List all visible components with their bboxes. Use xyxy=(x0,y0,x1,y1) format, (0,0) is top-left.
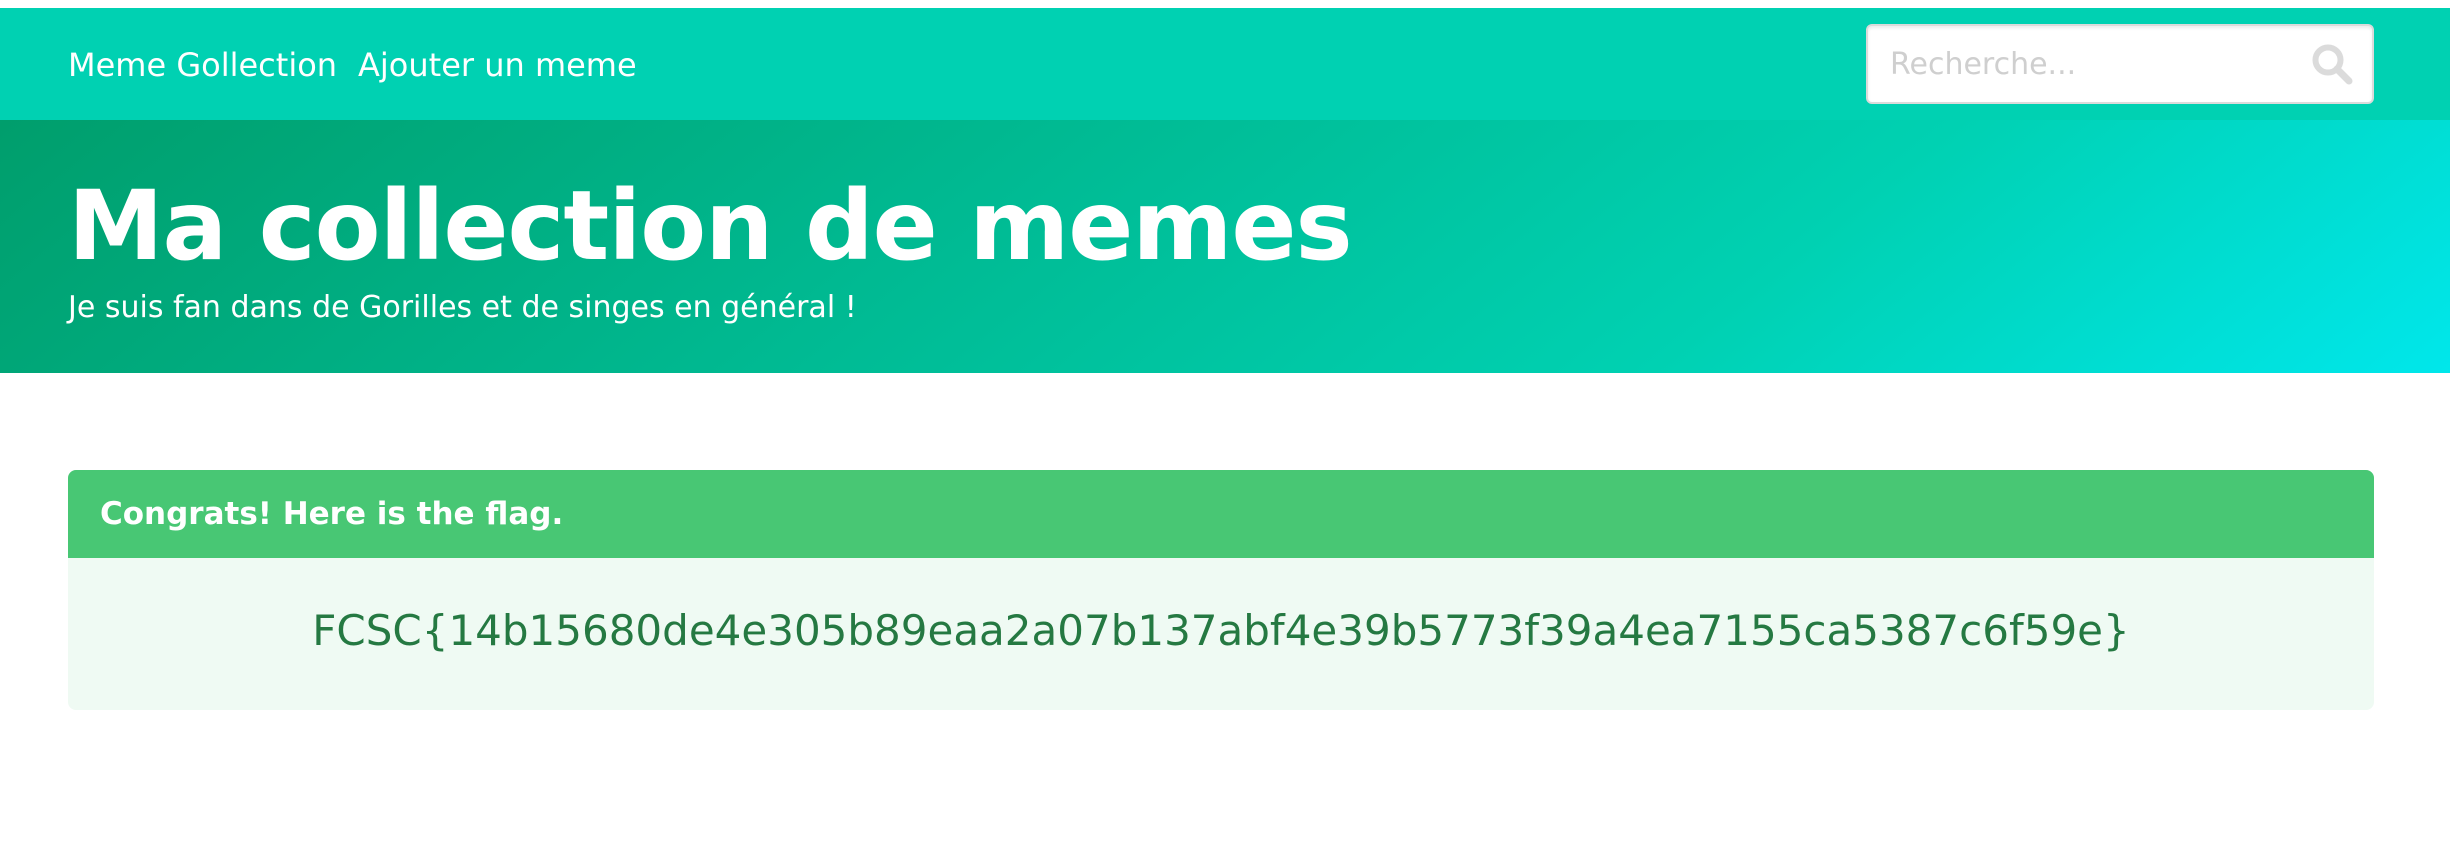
nav-add-meme-link[interactable]: Ajouter un meme xyxy=(358,46,637,84)
message-header: Congrats! Here is the flag. xyxy=(68,470,2374,558)
page-subtitle: Je suis fan dans de Gorilles et de singe… xyxy=(68,290,857,325)
search-input[interactable] xyxy=(1868,26,2288,102)
flag-text: FCSC{14b15680de4e305b89eaa2a07b137abf4e3… xyxy=(312,605,2130,655)
search-icon[interactable] xyxy=(2310,42,2354,86)
hero-banner: Ma collection de memes Je suis fan dans … xyxy=(0,120,2450,373)
navbar: Meme Gollection Ajouter un meme xyxy=(0,8,2450,120)
nav-brand-link[interactable]: Meme Gollection xyxy=(68,46,337,84)
search-box xyxy=(1866,24,2374,104)
success-message: Congrats! Here is the flag. FCSC{14b1568… xyxy=(68,470,2374,710)
top-strip xyxy=(0,0,2450,8)
page-title: Ma collection de memes xyxy=(68,170,1353,282)
